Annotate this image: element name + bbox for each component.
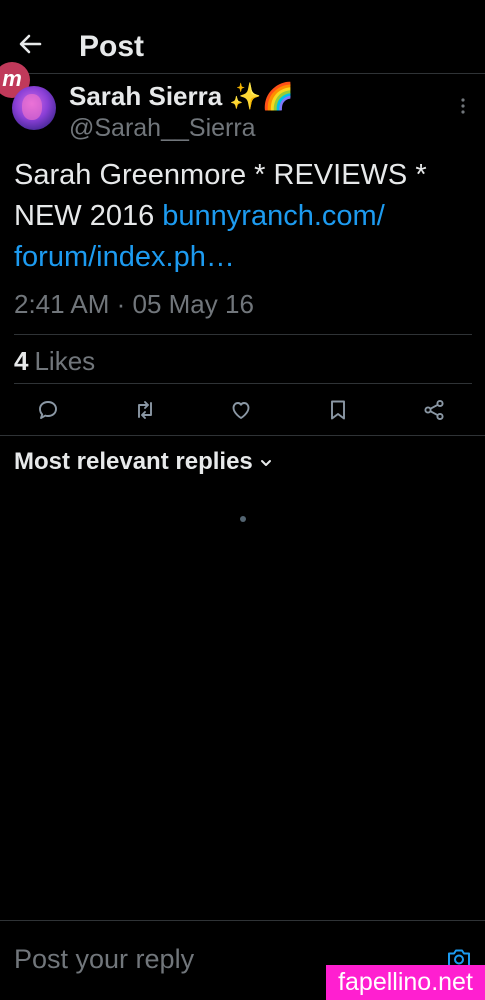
- page-title: Post: [79, 30, 145, 63]
- divider: [14, 334, 472, 335]
- likes-count: 4: [14, 346, 29, 376]
- more-options-icon[interactable]: [456, 96, 470, 116]
- reply-icon[interactable]: [36, 398, 60, 422]
- author-name[interactable]: Sarah Sierra ✨🌈: [69, 80, 294, 112]
- likes-stat[interactable]: 4 Likes: [14, 344, 95, 378]
- heart-icon[interactable]: [229, 398, 253, 422]
- site-watermark: fapellino.net: [326, 965, 485, 1000]
- bookmark-icon[interactable]: [326, 398, 350, 422]
- chevron-down-icon: [260, 459, 271, 466]
- back-arrow-icon[interactable]: [14, 28, 46, 60]
- post-timestamp[interactable]: 2:41 AM · 05 May 16: [14, 287, 254, 321]
- share-icon[interactable]: [422, 398, 446, 422]
- author-handle[interactable]: @Sarah__Sierra: [69, 113, 256, 143]
- divider: [0, 435, 485, 436]
- replies-sort-label: Most relevant replies: [14, 448, 253, 475]
- post-text: Sarah Greenmore * REVIEWS * NEW 2016 bun…: [14, 155, 474, 278]
- replies-sort-dropdown[interactable]: Most relevant replies: [14, 447, 273, 477]
- likes-label: Likes: [34, 346, 96, 376]
- avatar[interactable]: [12, 86, 56, 130]
- loading-indicator: [240, 516, 246, 522]
- divider: [14, 383, 472, 384]
- repost-icon[interactable]: [133, 398, 157, 422]
- top-bar: Post: [0, 0, 485, 74]
